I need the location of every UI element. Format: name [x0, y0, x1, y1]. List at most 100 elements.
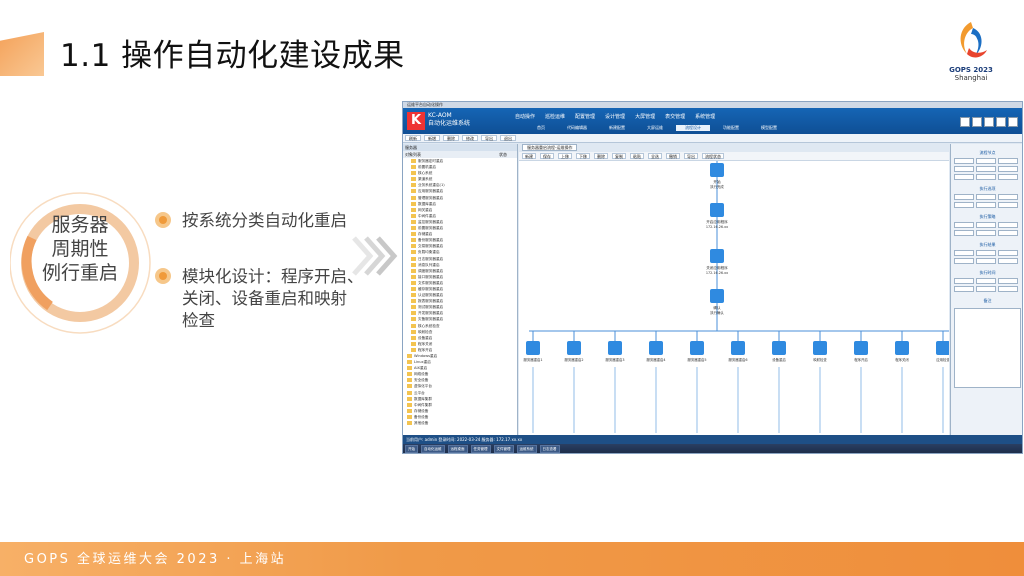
tree-item-label: 灾备服务器重启 [418, 317, 444, 322]
panel-button[interactable] [976, 286, 996, 292]
panel-button[interactable] [976, 166, 996, 172]
flow-node[interactable] [526, 341, 540, 355]
flow-node[interactable] [895, 341, 909, 355]
submenu-item-3[interactable]: 大屏运维 [638, 125, 672, 131]
folder-icon [411, 201, 416, 206]
panel-button[interactable] [976, 194, 996, 200]
flow-node-label: 服务器重启1 [523, 357, 542, 362]
panel-button[interactable] [998, 158, 1018, 164]
flow-node[interactable] [772, 341, 786, 355]
taskbar-item-2[interactable]: 远程桌面 [447, 445, 468, 453]
flow-node[interactable] [710, 203, 724, 217]
flow-node[interactable] [690, 341, 704, 355]
panel-button[interactable] [998, 166, 1018, 172]
panel-button[interactable] [954, 222, 974, 228]
toolbar-button-5[interactable]: 退出 [500, 135, 516, 141]
panel-button[interactable] [998, 222, 1018, 228]
flow-node[interactable] [710, 163, 724, 177]
taskbar-item-0[interactable]: 开始 [405, 445, 418, 453]
menu-item-4[interactable]: 大屏管理 [635, 113, 655, 120]
user-icon[interactable] [972, 117, 982, 127]
toolbar-button-2[interactable]: 删除 [443, 135, 459, 141]
menu-item-6[interactable]: 系统管理 [695, 113, 715, 120]
toolbar-button-3[interactable]: 修改 [462, 135, 478, 141]
canvas-tool-2[interactable]: 上移 [558, 153, 572, 159]
panel-button[interactable] [954, 258, 974, 264]
panel-button[interactable] [976, 202, 996, 208]
tree-item-label: 开发服务器重启 [418, 311, 444, 316]
panel-button[interactable] [954, 202, 974, 208]
toolbar-button-1[interactable]: 新增 [424, 135, 440, 141]
panel-button[interactable] [976, 230, 996, 236]
submenu-item-6[interactable]: 模型配置 [752, 125, 786, 131]
panel-button[interactable] [998, 278, 1018, 284]
canvas-tool-6[interactable]: 粘贴 [630, 153, 644, 159]
taskbar-item-1[interactable]: 自动化运维 [421, 445, 445, 453]
canvas-tool-4[interactable]: 删除 [594, 153, 608, 159]
flow-node[interactable] [608, 341, 622, 355]
panel-button[interactable] [954, 230, 974, 236]
canvas-tool-1[interactable]: 保存 [540, 153, 554, 159]
panel-button[interactable] [998, 286, 1018, 292]
canvas-tab[interactable]: 服务器重启流程-运维操作 [522, 144, 578, 151]
panel-button[interactable] [998, 202, 1018, 208]
taskbar-item-6[interactable]: 日志查看 [539, 445, 560, 453]
panel-button[interactable] [954, 174, 974, 180]
canvas-tool-9[interactable]: 导出 [684, 153, 698, 159]
flow-node[interactable] [936, 341, 949, 355]
canvas-tool-5[interactable]: 复制 [612, 153, 626, 159]
submenu-item-5[interactable]: 功能配置 [714, 125, 748, 131]
flow-node[interactable] [710, 289, 724, 303]
flow-node[interactable] [813, 341, 827, 355]
power-icon[interactable] [1008, 117, 1018, 127]
footer-text: GOPS 全球运维大会 2023 · 上海站 [24, 552, 287, 567]
panel-button[interactable] [954, 158, 974, 164]
tree-item-label: 存储设备 [414, 408, 429, 413]
taskbar-item-5[interactable]: 运维系统 [516, 445, 537, 453]
submenu-item-2[interactable]: 新建配置 [600, 125, 634, 131]
taskbar-item-4[interactable]: 文件管理 [493, 445, 514, 453]
toolbar-button-4[interactable]: 导出 [481, 135, 497, 141]
panel-button[interactable] [976, 174, 996, 180]
panel-button[interactable] [954, 286, 974, 292]
menu-item-3[interactable]: 设计管理 [605, 113, 625, 120]
notes-textarea[interactable] [954, 308, 1021, 388]
menu-item-2[interactable]: 配置管理 [575, 113, 595, 120]
tree-item[interactable]: 其他设备 [403, 420, 517, 426]
submenu-item-1[interactable]: 代码编辑器 [558, 125, 596, 131]
canvas-tool-3[interactable]: 下移 [576, 153, 590, 159]
panel-button[interactable] [998, 174, 1018, 180]
menu-item-5[interactable]: 表交管理 [665, 113, 685, 120]
submenu-item-4[interactable]: 流程设计 [676, 125, 710, 131]
panel-button[interactable] [998, 250, 1018, 256]
lock-icon[interactable] [984, 117, 994, 127]
mail-icon[interactable] [960, 117, 970, 127]
flow-node[interactable] [710, 249, 724, 263]
flow-node[interactable] [854, 341, 868, 355]
panel-button[interactable] [976, 258, 996, 264]
panel-button[interactable] [998, 194, 1018, 200]
panel-button[interactable] [954, 166, 974, 172]
canvas-tool-7[interactable]: 全选 [648, 153, 662, 159]
canvas-tool-8[interactable]: 撤销 [666, 153, 680, 159]
menu-item-0[interactable]: 自动操作 [515, 113, 535, 120]
taskbar-item-3[interactable]: 任务管理 [470, 445, 491, 453]
help-icon[interactable] [996, 117, 1006, 127]
flow-node[interactable] [731, 341, 745, 355]
panel-button[interactable] [954, 250, 974, 256]
panel-button[interactable] [954, 194, 974, 200]
panel-button[interactable] [976, 222, 996, 228]
panel-button[interactable] [976, 158, 996, 164]
flow-node[interactable] [649, 341, 663, 355]
flow-node[interactable] [567, 341, 581, 355]
canvas-tool-10[interactable]: 流程状态 [702, 153, 724, 159]
toolbar-button-0[interactable]: 刷新 [405, 135, 421, 141]
panel-button[interactable] [998, 230, 1018, 236]
panel-button[interactable] [954, 278, 974, 284]
canvas-tool-0[interactable]: 新建 [522, 153, 536, 159]
panel-button[interactable] [976, 250, 996, 256]
panel-button[interactable] [976, 278, 996, 284]
panel-button[interactable] [998, 258, 1018, 264]
submenu-item-0[interactable]: 首页 [528, 125, 554, 131]
menu-item-1[interactable]: 巡检运维 [545, 113, 565, 120]
